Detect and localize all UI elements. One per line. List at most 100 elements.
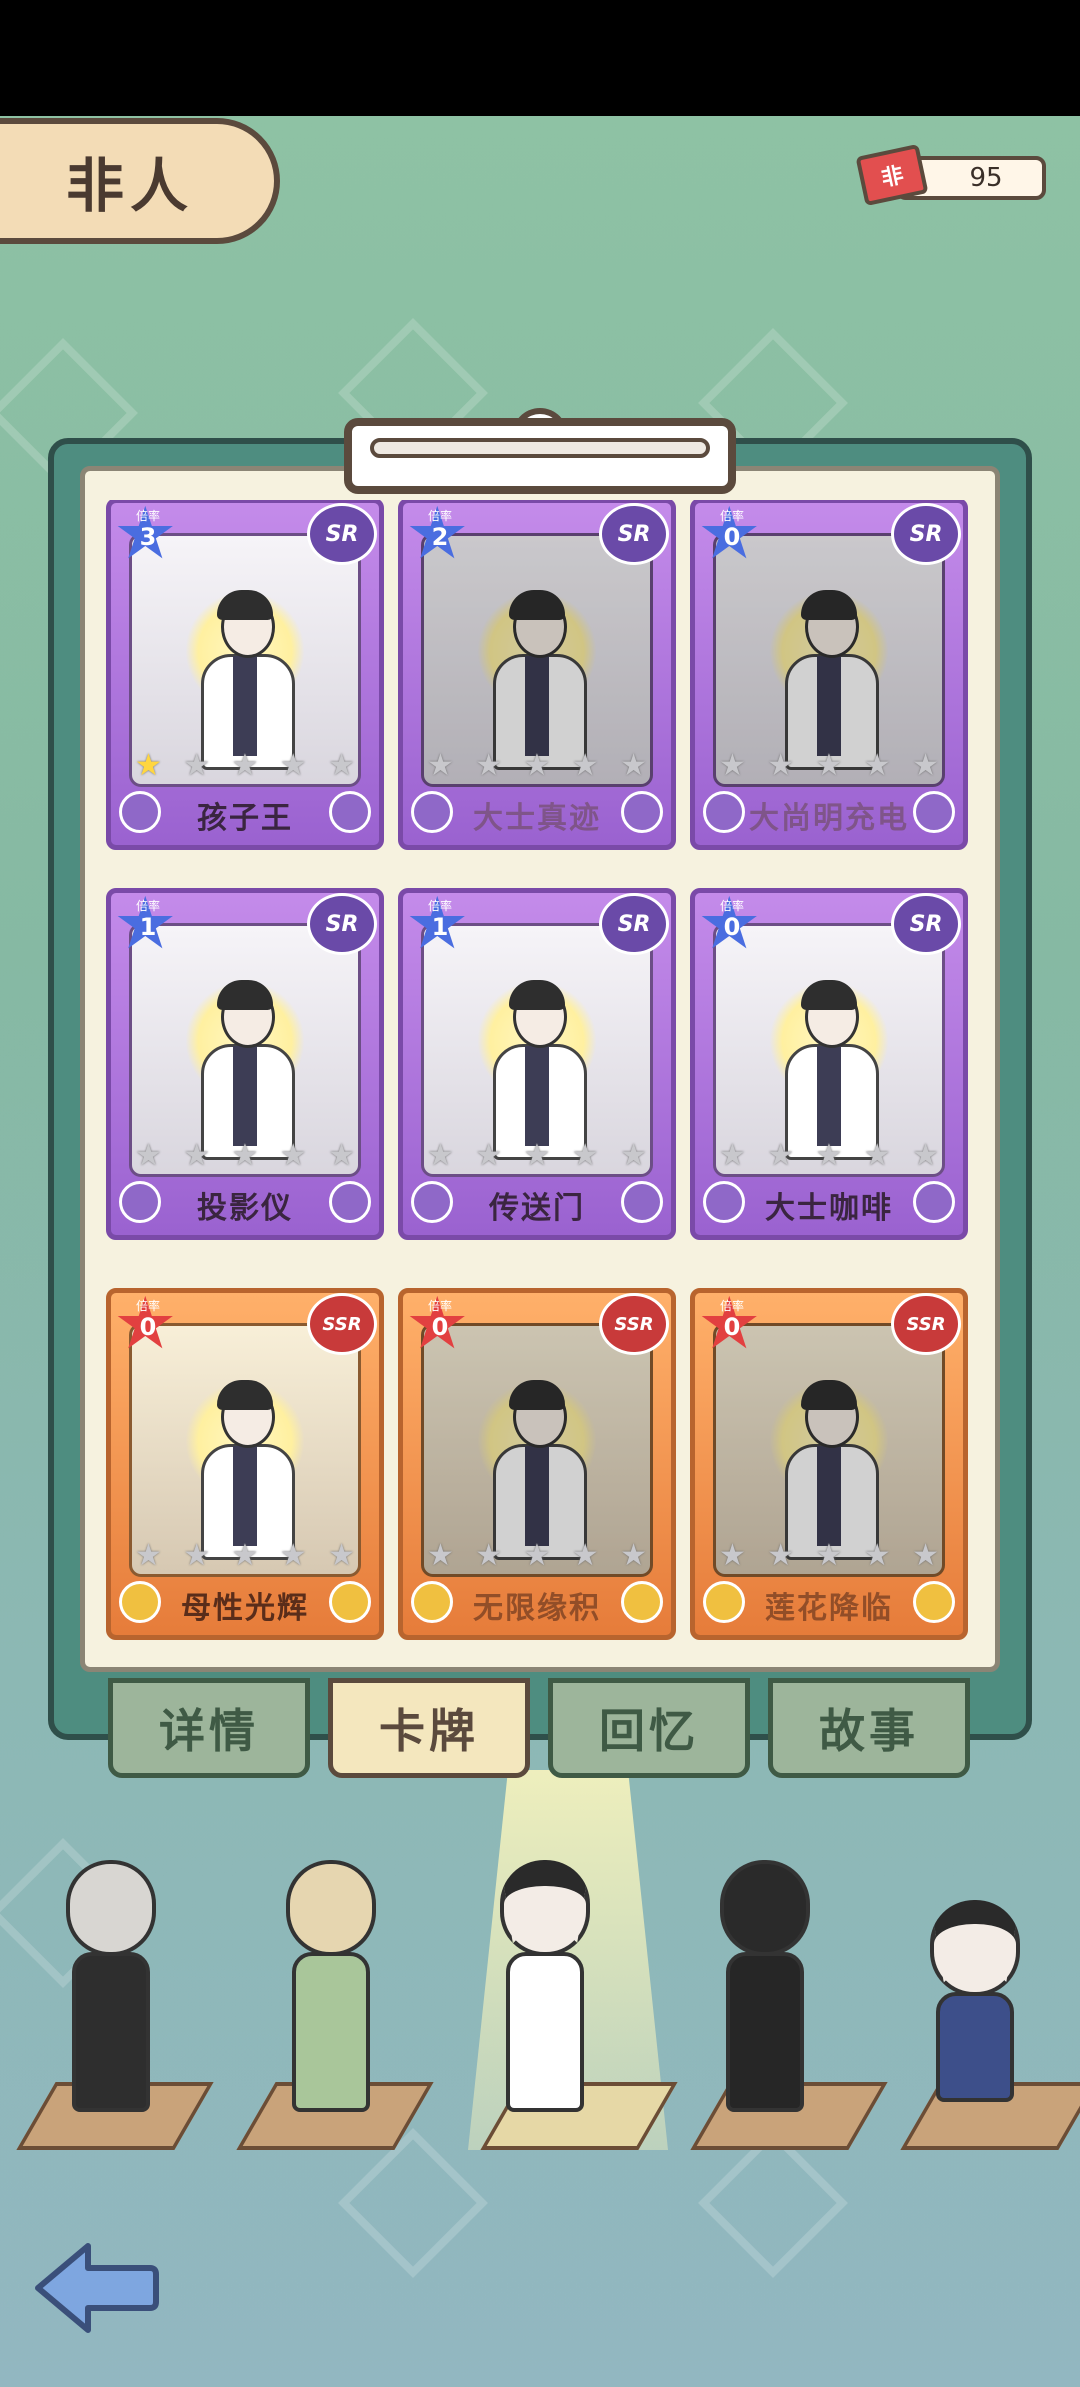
multiplier-value: 0 <box>723 523 741 551</box>
card-name: 大尚明充电 <box>749 801 909 836</box>
star-icon: ★ <box>523 748 551 783</box>
multiplier-badge: ★ 倍率 0 <box>697 1293 767 1359</box>
card-stars: ★ ★ ★ ★ ★ <box>427 1138 647 1173</box>
star-icon: ★ <box>719 1138 746 1173</box>
tab-story[interactable]: 故事 <box>768 1678 970 1778</box>
multiplier-value: 0 <box>139 1313 157 1341</box>
multiplier-badge: ★ 倍率 1 <box>113 893 183 959</box>
deer-beast-character[interactable] <box>16 1800 216 2150</box>
card-item[interactable]: ★ ★ ★ ★ ★ ★ 倍率 0 SR 大士咖啡 <box>690 888 968 1240</box>
star-icon: ★ <box>815 1138 843 1173</box>
multiplier-badge: ★ 倍率 0 <box>405 1293 475 1359</box>
multiplier-label: 倍率 <box>719 509 744 523</box>
multiplier-value: 0 <box>723 1313 741 1341</box>
star-icon: ★ <box>815 748 843 783</box>
card-name: 大士咖啡 <box>765 1191 893 1226</box>
multiplier-label: 倍率 <box>427 509 452 523</box>
card-figure <box>769 589 889 770</box>
star-icon: ★ <box>863 1138 891 1173</box>
halo-man-character[interactable] <box>450 1800 678 2150</box>
card-name: 母性光辉 <box>181 1591 309 1626</box>
card-item[interactable]: ★ ★ ★ ★ ★ ★ 倍率 1 SR 投影仪 <box>106 888 384 1240</box>
rarity-badge: SR <box>307 503 377 565</box>
back-arrow-button[interactable] <box>30 2238 160 2338</box>
star-icon: ★ <box>815 1538 843 1573</box>
star-icon: ★ <box>328 1138 355 1173</box>
page-title: 非人 <box>66 152 195 220</box>
rarity-badge: SR <box>599 503 669 565</box>
card-stars: ★ ★ ★ ★ ★ <box>427 1538 647 1573</box>
star-icon: ★ <box>183 1538 211 1573</box>
rarity-badge: SSR <box>599 1293 669 1355</box>
clipboard-clip <box>344 418 736 494</box>
multiplier-value: 3 <box>139 523 157 551</box>
card-name: 大士真迹 <box>473 801 601 836</box>
card-item[interactable]: ★ ★ ★ ★ ★ ★ 倍率 0 SSR 莲花降临 <box>690 1288 968 1640</box>
star-icon: ★ <box>183 748 211 783</box>
star-icon: ★ <box>863 748 891 783</box>
card-stars: ★ ★ ★ ★ ★ <box>719 1138 939 1173</box>
rarity-badge: SR <box>599 893 669 955</box>
star-icon: ★ <box>135 1138 162 1173</box>
star-icon: ★ <box>135 1538 162 1573</box>
page-title-tab: 非人 <box>0 118 280 244</box>
multiplier-value: 0 <box>723 913 741 941</box>
star-icon: ★ <box>427 1138 454 1173</box>
star-icon: ★ <box>719 748 746 783</box>
star-icon: ★ <box>427 748 454 783</box>
card-item[interactable]: ★ ★ ★ ★ ★ ★ 倍率 0 SSR 母性光辉 <box>106 1288 384 1640</box>
multiplier-value: 0 <box>431 1313 449 1341</box>
multiplier-badge: ★ 倍率 3 <box>113 503 183 569</box>
star-icon: ★ <box>135 748 162 783</box>
multiplier-value: 1 <box>139 913 157 941</box>
multiplier-badge: ★ 倍率 0 <box>697 503 767 569</box>
card-item[interactable]: ★ ★ ★ ★ ★ ★ 倍率 3 SR 孩子王 <box>106 500 384 850</box>
card-figure <box>477 589 597 770</box>
star-icon: ★ <box>328 748 355 783</box>
background-pattern <box>698 2128 848 2278</box>
star-icon: ★ <box>767 748 795 783</box>
back-arrow-icon <box>35 2243 159 2333</box>
star-icon: ★ <box>231 1138 259 1173</box>
tab-cards[interactable]: 卡牌 <box>328 1678 530 1778</box>
rarity-badge: SR <box>891 503 961 565</box>
star-icon: ★ <box>912 1538 939 1573</box>
multiplier-label: 倍率 <box>427 1299 452 1313</box>
card-name: 无限缘积 <box>473 1591 601 1626</box>
star-icon: ★ <box>767 1138 795 1173</box>
tab-memories[interactable]: 回忆 <box>548 1678 750 1778</box>
rarity-badge: SR <box>891 893 961 955</box>
star-icon: ★ <box>571 1138 599 1173</box>
star-icon: ★ <box>427 1538 454 1573</box>
multiplier-label: 倍率 <box>135 899 160 913</box>
star-icon: ★ <box>183 1138 211 1173</box>
currency-counter[interactable]: 95 非 <box>855 143 1046 207</box>
star-icon: ★ <box>767 1538 795 1573</box>
multiplier-badge: ★ 倍率 1 <box>405 893 475 959</box>
card-stars: ★ ★ ★ ★ ★ <box>135 1138 355 1173</box>
multiplier-value: 1 <box>431 913 449 941</box>
card-stars: ★ ★ ★ ★ ★ <box>427 748 647 783</box>
multiplier-label: 倍率 <box>135 1299 160 1313</box>
card-item[interactable]: ★ ★ ★ ★ ★ ★ 倍率 1 SR 传送门 <box>398 888 676 1240</box>
card-item[interactable]: ★ ★ ★ ★ ★ ★ 倍率 0 SR 大尚明充电 <box>690 500 968 850</box>
star-icon: ★ <box>475 1538 503 1573</box>
star-icon: ★ <box>279 1138 307 1173</box>
boy-character[interactable] <box>890 1840 1080 2150</box>
rabbit-girl-character[interactable] <box>236 1800 436 2150</box>
multiplier-badge: ★ 倍率 0 <box>697 893 767 959</box>
card-figure <box>185 589 305 770</box>
card-item[interactable]: ★ ★ ★ ★ ★ ★ 倍率 0 SSR 无限缘积 <box>398 1288 676 1640</box>
star-icon: ★ <box>571 1538 599 1573</box>
tab-details[interactable]: 详情 <box>108 1678 310 1778</box>
star-icon: ★ <box>523 1138 551 1173</box>
card-stars: ★ ★ ★ ★ ★ <box>719 748 939 783</box>
status-bar <box>0 0 1080 116</box>
star-icon: ★ <box>475 748 503 783</box>
shadow-man-character[interactable] <box>680 1800 888 2150</box>
card-name: 投影仪 <box>197 1191 293 1226</box>
rarity-badge: SSR <box>307 1293 377 1355</box>
card-item[interactable]: ★ ★ ★ ★ ★ ★ 倍率 2 SR 大士真迹 <box>398 500 676 850</box>
card-name: 孩子王 <box>197 801 293 836</box>
card-figure <box>769 979 889 1160</box>
